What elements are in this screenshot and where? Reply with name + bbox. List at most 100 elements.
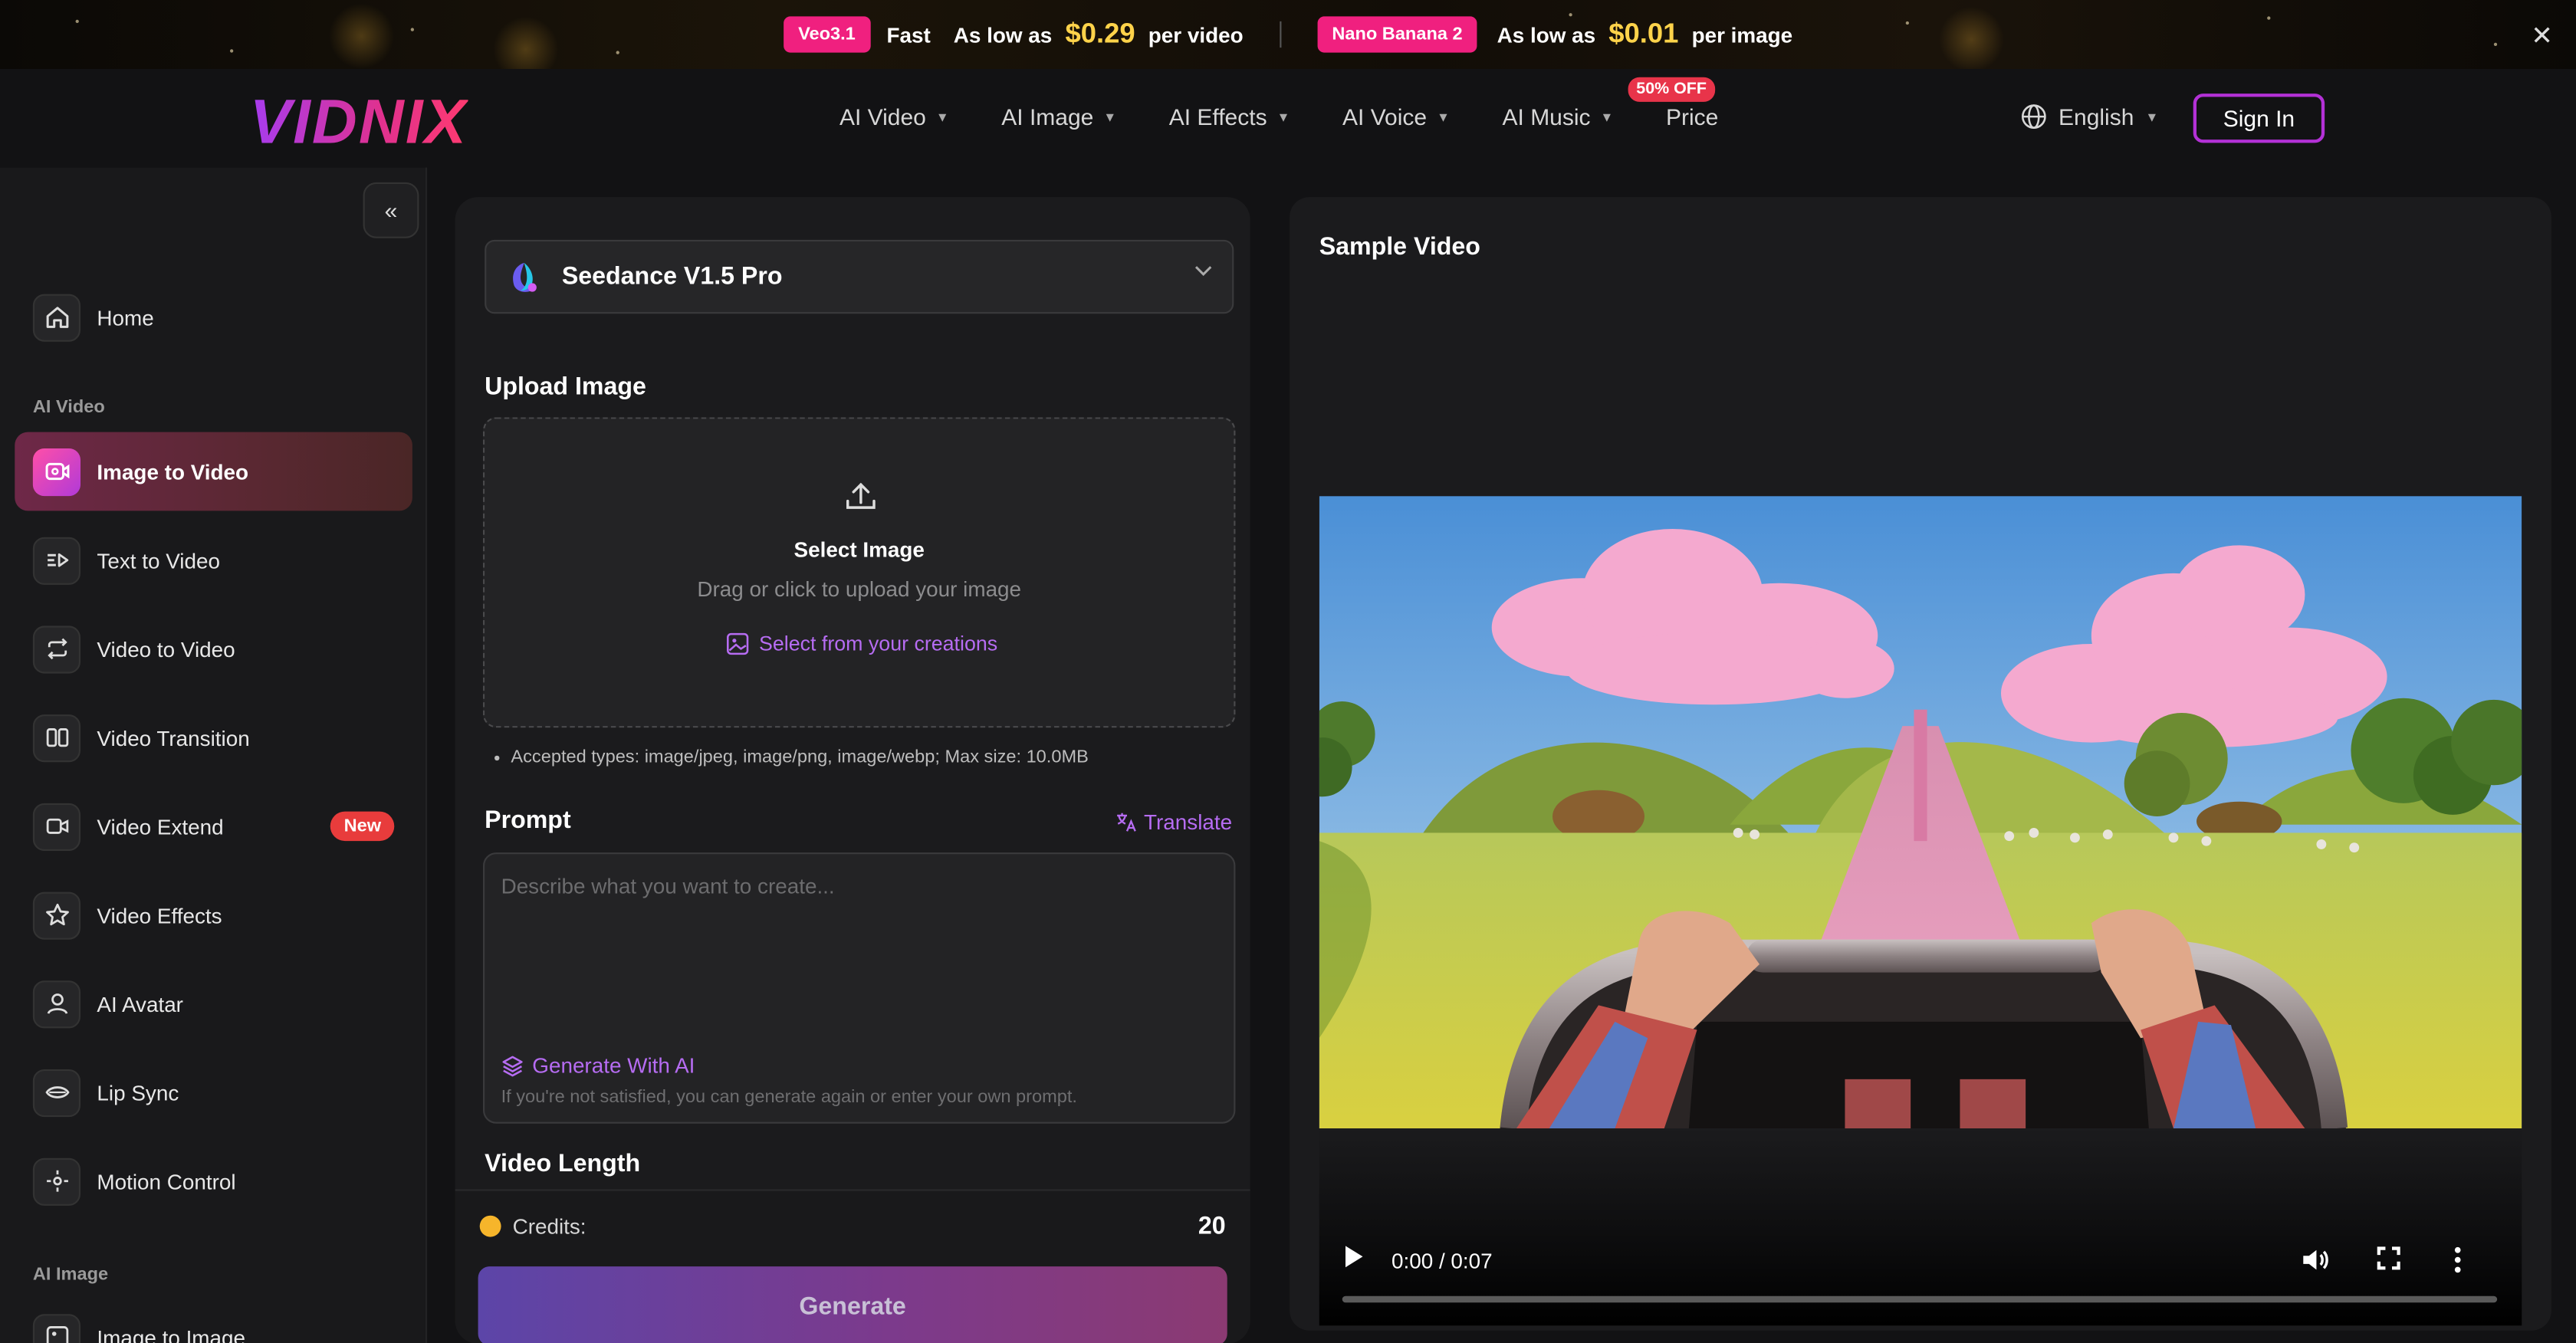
promo-price-video: $0.29 <box>1065 18 1135 50</box>
model-select[interactable]: Seedance V1.5 Pro <box>485 239 1234 314</box>
accepted-types-text: Accepted types: image/jpeg, image/png, i… <box>511 747 1089 767</box>
decor-star <box>616 51 619 54</box>
generate-with-ai-button[interactable]: Generate With AI <box>501 1053 695 1078</box>
promo-banner[interactable]: Veo3.1 Fast As low as $0.29 per video Na… <box>0 0 2576 83</box>
coin-icon <box>479 1215 501 1237</box>
sidebar-section-ai-video: AI Video <box>32 397 105 418</box>
nav-ai-image[interactable]: AI Image ▼ <box>1001 103 1116 130</box>
credits-row: Credits: <box>479 1214 586 1239</box>
layers-icon <box>502 1055 523 1076</box>
select-from-creations-link[interactable]: Select from your creations <box>726 632 997 655</box>
select-from-creations-label: Select from your creations <box>758 632 998 655</box>
close-icon[interactable]: ✕ <box>2531 20 2553 53</box>
promo-nano[interactable]: Nano Banana 2 As low as $0.01 per image <box>1317 16 1792 53</box>
discount-badge: 50% OFF <box>1628 77 1715 102</box>
chevron-down-icon: ▼ <box>1103 109 1117 124</box>
app-root: Veo3.1 Fast As low as $0.29 per video Na… <box>0 0 2576 1343</box>
sidebar-item-text-to-video[interactable]: Text to Video <box>15 520 412 599</box>
credits-value: 20 <box>1198 1212 1226 1240</box>
sidebar-item-label: Video Transition <box>97 725 250 750</box>
sidebar-item-image-to-video[interactable]: Image to Video <box>15 432 412 511</box>
text-video-icon <box>32 536 80 584</box>
translate-label: Translate <box>1144 809 1233 835</box>
promo-veo[interactable]: Veo3.1 Fast As low as $0.29 per video <box>783 16 1244 53</box>
more-options-icon[interactable] <box>2448 1245 2468 1275</box>
promo-badge-veo: Veo3.1 <box>783 16 871 53</box>
sidebar-item-label: Image to Video <box>97 458 249 484</box>
generate-footer: Credits: 20 Generate <box>455 1189 1250 1343</box>
extend-icon <box>32 802 80 850</box>
sign-in-button[interactable]: Sign In <box>2193 94 2325 143</box>
sidebar-item-label: Text to Video <box>97 547 220 573</box>
decor-star <box>1905 21 1909 25</box>
new-badge: New <box>330 811 395 842</box>
user-icon <box>32 980 80 1028</box>
sidebar-item-label: Motion Control <box>97 1168 236 1194</box>
promo-prefix: As low as <box>1497 21 1596 48</box>
fullscreen-icon[interactable] <box>2376 1245 2402 1271</box>
sidebar-section-ai-image: AI Image <box>32 1265 109 1285</box>
volume-icon[interactable] <box>2300 1245 2330 1275</box>
video-controls: 0:00 / 0:07 <box>1319 1128 2522 1326</box>
bullet <box>495 754 500 760</box>
sidebar-item-video-transition[interactable]: Video Transition <box>15 698 412 777</box>
sidebar-item-image-to-image[interactable]: Image to Image <box>15 1298 412 1343</box>
prompt-input[interactable] <box>485 854 1234 1035</box>
play-icon[interactable] <box>1342 1243 1365 1269</box>
gallery-icon <box>726 632 749 655</box>
nav-ai-voice[interactable]: AI Voice ▼ <box>1342 103 1450 130</box>
image-video-icon <box>32 447 80 496</box>
nav-label: AI Music <box>1502 103 1591 130</box>
sidebar-item-label: AI Avatar <box>97 991 183 1016</box>
nav-ai-video[interactable]: AI Video ▼ <box>840 103 949 130</box>
sample-video-player[interactable] <box>1319 496 2522 1129</box>
nav-label: AI Voice <box>1342 103 1428 130</box>
sidebar-item-motion-control[interactable]: Motion Control <box>15 1141 412 1220</box>
decor-star <box>2493 42 2498 46</box>
chevron-down-icon: ▼ <box>1276 109 1290 124</box>
sidebar-item-video-to-video[interactable]: Video to Video <box>15 609 412 688</box>
decor-glow <box>328 3 395 70</box>
nav-label: AI Video <box>840 103 926 130</box>
nav-ai-music[interactable]: AI Music ▼ <box>1503 103 1614 130</box>
decor-star <box>1569 13 1572 17</box>
language-select[interactable]: English ▼ <box>2021 103 2159 130</box>
sidebar-item-video-extend[interactable]: Video Extend New <box>15 786 412 865</box>
translate-icon <box>1117 813 1137 832</box>
promo-fast: Fast <box>886 21 931 48</box>
decor-star <box>410 28 414 31</box>
translate-button[interactable]: Translate <box>1116 809 1233 835</box>
sidebar-item-label: Video Extend <box>97 813 224 839</box>
generate-button[interactable]: Generate <box>478 1266 1227 1343</box>
video-frame <box>1319 496 2522 1129</box>
language-label: English <box>2058 103 2134 130</box>
logo[interactable]: VIDNIX <box>250 89 468 159</box>
collapse-sidebar-icon[interactable]: « <box>363 182 419 238</box>
sample-video-panel: Sample Video 0:00 / 0:07 <box>1290 197 2551 1331</box>
chevron-down-icon <box>1194 264 1213 283</box>
upload-subtitle: Drag or click to upload your image <box>697 576 1022 602</box>
main-nav: AI Video ▼ AI Image ▼ AI Effects ▼ AI Voice… <box>840 103 1718 130</box>
promo-suffix: per video <box>1148 21 1244 48</box>
globe-icon <box>2021 104 2046 129</box>
video-length-heading: Video Length <box>485 1150 641 1178</box>
image-upload-dropzone[interactable]: Select Image Drag or click to upload you… <box>483 417 1236 728</box>
chevron-down-icon: ▼ <box>2145 109 2159 124</box>
sidebar-item-lip-sync[interactable]: Lip Sync <box>15 1053 412 1132</box>
accepted-types-note: Accepted types: image/jpeg, image/png, i… <box>495 747 1089 767</box>
sidebar-item-ai-avatar[interactable]: AI Avatar <box>15 964 412 1043</box>
chevron-down-icon: ▼ <box>1600 109 1614 124</box>
sidebar-item-label: Lip Sync <box>97 1079 179 1105</box>
generate-with-ai-label: Generate With AI <box>532 1052 695 1078</box>
promo-badge-nano: Nano Banana 2 <box>1317 16 1477 53</box>
nav-price[interactable]: Price <box>1666 103 1718 130</box>
decor-glow <box>1938 6 2005 73</box>
nav-ai-effects[interactable]: AI Effects ▼ <box>1169 103 1290 130</box>
promo-price-image: $0.01 <box>1608 18 1679 50</box>
sidebar-item-home[interactable]: Home <box>15 277 412 356</box>
nav-label: AI Effects <box>1168 103 1267 130</box>
sidebar-item-label: Video to Video <box>97 636 235 662</box>
video-progress-bar[interactable] <box>1342 1295 2498 1303</box>
sidebar-item-video-effects[interactable]: Video Effects <box>15 875 412 954</box>
promo-prefix: As low as <box>953 21 1053 48</box>
